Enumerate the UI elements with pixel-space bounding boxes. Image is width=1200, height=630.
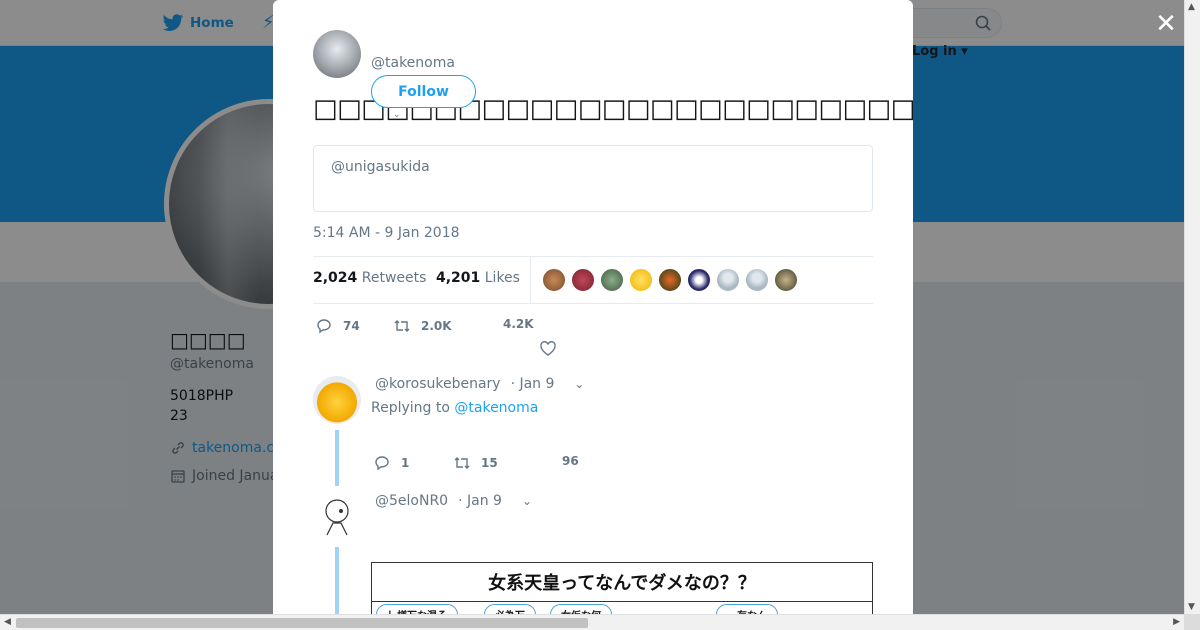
scrollbar-corner (1184, 614, 1200, 630)
image-cell: し様万な混そ (376, 604, 458, 614)
likes-stat[interactable]: 4,201 Likes (436, 270, 520, 286)
close-modal-icon[interactable]: ✕ (1152, 10, 1180, 38)
reply-date[interactable]: · Jan 9 (511, 376, 555, 392)
retweets-stat[interactable]: 2,024 Retweets (313, 270, 426, 286)
scroll-right-arrow-icon[interactable]: ▶ (1173, 617, 1180, 627)
retweet-icon (454, 457, 470, 469)
liker-avatar[interactable] (571, 268, 595, 292)
scroll-down-arrow-icon[interactable]: ▼ (1188, 602, 1195, 612)
likes-label: Likes (484, 270, 520, 286)
retweet-count: 2.0K (421, 319, 452, 333)
quoted-tweet[interactable]: @unigasukida (313, 145, 873, 212)
retweets-label: Retweets (361, 270, 427, 286)
replying-to-handle[interactable]: @takenoma (454, 400, 538, 416)
scroll-left-arrow-icon[interactable]: ◀ (4, 617, 11, 627)
tweet-author-handle[interactable]: @takenoma (371, 55, 455, 71)
reply-date[interactable]: · Jan 9 (458, 493, 502, 509)
reply-icon (317, 319, 331, 334)
reply-tweet[interactable]: @korosukebenary · Jan 9 ⌄ Replying to @t… (313, 376, 873, 486)
reply-icon (375, 456, 389, 471)
replying-to: Replying to @takenoma (371, 400, 538, 416)
vertical-scrollbar[interactable]: ▲ ▼ (1184, 0, 1200, 614)
heart-icon[interactable] (539, 340, 557, 358)
retweet-action[interactable]: 15 (453, 454, 498, 472)
thread-line (335, 547, 339, 614)
reply-options-chevron-icon[interactable]: ⌄ (574, 377, 584, 391)
liker-avatar[interactable] (629, 268, 653, 292)
thread-line (335, 430, 339, 486)
like-action[interactable]: 96 (562, 454, 579, 468)
liker-avatar[interactable] (687, 268, 711, 292)
reply-action[interactable]: 74 (315, 317, 360, 335)
retweet-count: 15 (481, 456, 498, 470)
reply-attached-image[interactable]: 女系天皇ってなんでダメなの？？ し様万な混そ 必為万 女仮な何 一存なん (371, 562, 873, 614)
tweet-actions: 74 2.0K 4.2K (313, 314, 613, 364)
login-menu[interactable]: Log in ▾ (912, 44, 968, 59)
liker-avatar[interactable] (600, 268, 624, 292)
image-row: し様万な混そ 必為万 女仮な何 一存なん (372, 601, 872, 614)
likes-count: 4,201 (436, 270, 481, 286)
retweets-count: 2,024 (313, 270, 358, 286)
liker-avatar[interactable] (658, 268, 682, 292)
image-cell: 女仮な何 (550, 604, 612, 614)
image-cell: 一存なん (716, 604, 778, 614)
reply-author-avatar[interactable] (313, 376, 361, 424)
scroll-up-arrow-icon[interactable]: ▲ (1188, 2, 1195, 12)
liker-avatars (542, 268, 798, 292)
stats-divider (530, 257, 531, 303)
tweet-stats: 2,024 Retweets 4,201 Likes (313, 256, 873, 304)
liker-avatar[interactable] (716, 268, 740, 292)
image-cell: 必為万 (484, 604, 536, 614)
reply-count: 1 (401, 456, 410, 470)
reply-author-handle[interactable]: @korosukebenary (375, 376, 501, 392)
login-caret-icon: ▾ (961, 44, 968, 59)
retweet-action[interactable]: 2.0K (393, 317, 452, 335)
horizontal-scrollbar[interactable]: ◀ ▶ (0, 614, 1184, 630)
tweet-options-chevron-icon[interactable]: ⌄ (393, 110, 401, 120)
reply-action[interactable]: 1 (373, 454, 409, 472)
reply-options-chevron-icon[interactable]: ⌄ (522, 494, 532, 508)
reply-count: 74 (343, 319, 360, 333)
liker-avatar[interactable] (774, 268, 798, 292)
tweet-timestamp[interactable]: 5:14 AM - 9 Jan 2018 (313, 225, 460, 241)
quoted-tweet-handle: @unigasukida (331, 159, 430, 175)
reply-header: @5eloNR0 · Jan 9 ⌄ (375, 493, 532, 509)
reply-author-avatar[interactable] (313, 493, 361, 541)
liker-avatar[interactable] (542, 268, 566, 292)
reply-header: @korosukebenary · Jan 9 ⌄ (375, 376, 584, 392)
retweet-icon (394, 320, 410, 332)
login-label: Log in (912, 44, 957, 59)
reply-author-handle[interactable]: @5eloNR0 (375, 493, 448, 509)
liker-avatar[interactable] (745, 268, 769, 292)
like-count: 96 (562, 454, 579, 468)
tweet-modal: @takenoma □□□□□□□□□□□□□□□□□□□□□□□□□□1600… (273, 0, 913, 614)
follow-button[interactable]: Follow (371, 75, 476, 108)
horizontal-scroll-thumb[interactable] (16, 618, 588, 628)
image-title: 女系天皇ってなんでダメなの？？ (488, 573, 756, 594)
like-count: 4.2K (503, 317, 534, 331)
like-action[interactable]: 4.2K (503, 317, 534, 331)
replying-to-prefix: Replying to (371, 400, 450, 416)
tweet-author-avatar[interactable] (313, 30, 361, 78)
